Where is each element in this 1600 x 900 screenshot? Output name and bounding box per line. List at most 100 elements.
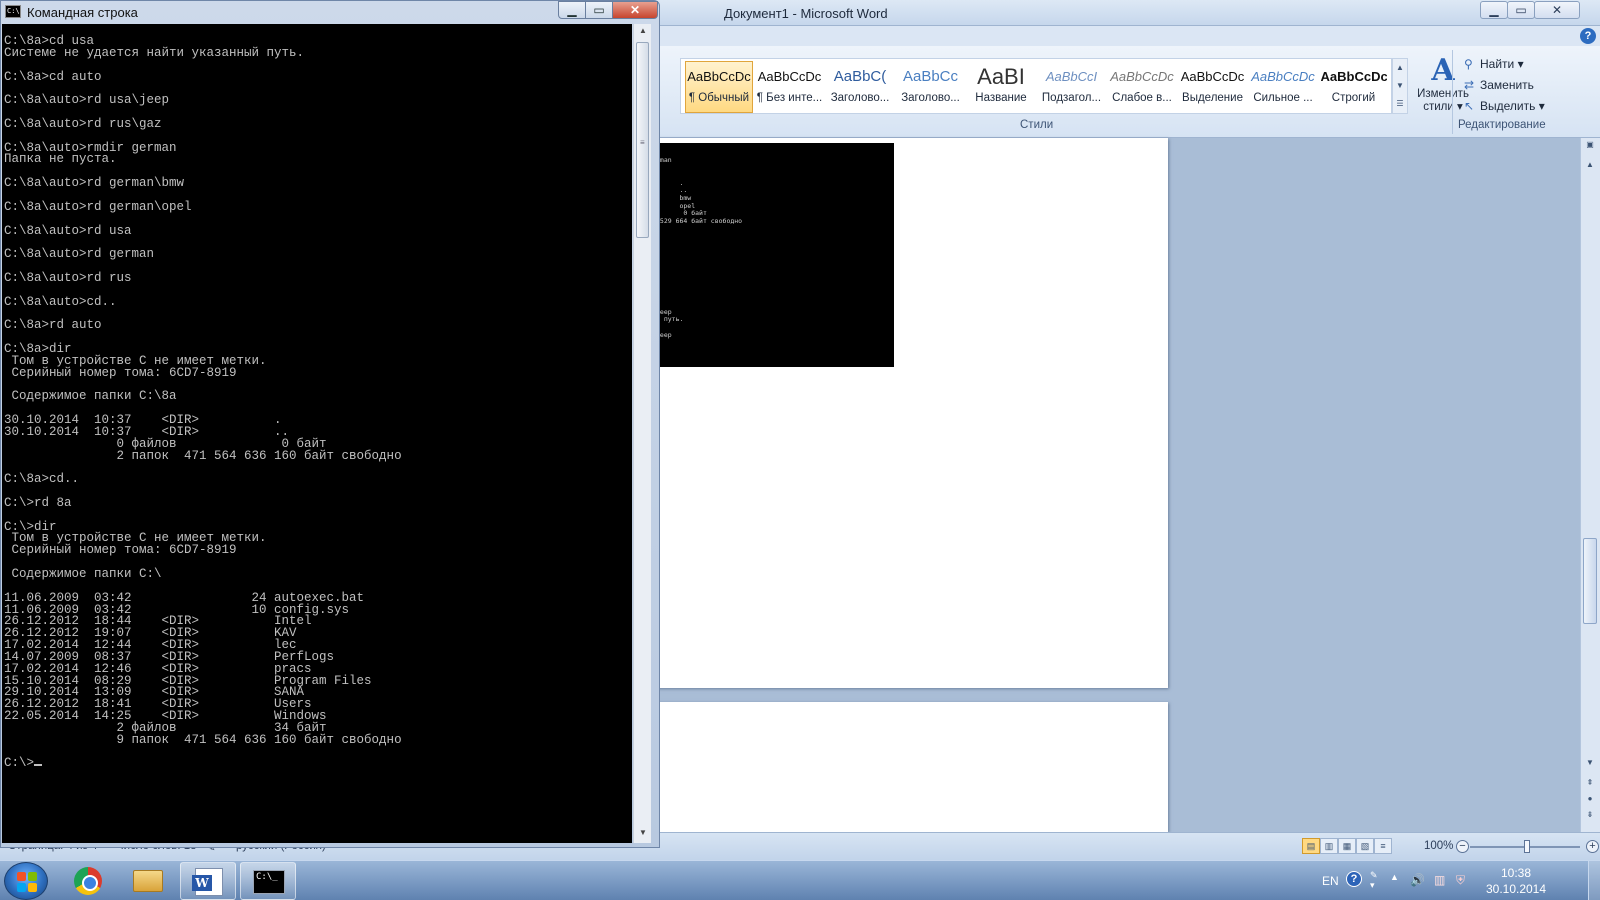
- zoom-slider-thumb[interactable]: [1524, 840, 1530, 853]
- style-item[interactable]: AaBbCcDc ¶ Обычный: [685, 61, 753, 113]
- tray-help-icon[interactable]: ?: [1346, 871, 1362, 887]
- style-item[interactable]: AaBbCcDc Сильное ...: [1249, 61, 1317, 113]
- cmd-maximize-button[interactable]: ▭: [585, 1, 613, 19]
- tray-pen-icon[interactable]: ✎ ▾: [1370, 870, 1378, 890]
- ribbon: AaBbCcDc ¶ Обычный AaBbCcDc ¶ Без инте... Aa…: [660, 46, 1600, 138]
- console-line: Серийный номер тома: 6CD7-8919: [4, 543, 237, 558]
- document-area[interactable]: rman . .. bmw opel 0 байт 529 664 байт с…: [656, 138, 1580, 832]
- gallery-more-icon[interactable]: ☰: [1393, 95, 1407, 113]
- word-window-title: Документ1 - Microsoft Word: [724, 6, 888, 21]
- style-name: ¶ Без инте...: [756, 92, 823, 104]
- style-item[interactable]: AaBI Название: [967, 61, 1035, 113]
- word-icon: W: [192, 868, 223, 896]
- taskbar-word[interactable]: W: [180, 862, 236, 900]
- style-preview: AaBbCc: [902, 68, 959, 85]
- style-item[interactable]: AaBbC(Заголово...: [826, 61, 894, 113]
- console-line: C:\8a\auto>cd..: [4, 294, 117, 309]
- style-preview: AaBbCcDc: [1320, 69, 1387, 84]
- word-scroll-thumb[interactable]: [1583, 538, 1597, 624]
- word-close-button[interactable]: ✕: [1534, 1, 1580, 19]
- cmd-close-button[interactable]: ✕: [612, 1, 658, 19]
- gallery-down-arrow-icon[interactable]: ▼: [1393, 77, 1407, 95]
- word-maximize-button[interactable]: ▭: [1507, 1, 1535, 19]
- view-web-button[interactable]: ▦: [1338, 838, 1356, 854]
- antivirus-icon[interactable]: ⛨: [1456, 873, 1465, 888]
- grip-icon: ≡: [640, 138, 645, 147]
- console-line: C:\8a\auto>rd rus: [4, 270, 132, 285]
- browse-object-icon[interactable]: ●: [1584, 794, 1596, 803]
- style-item[interactable]: AaBbCcDc Слабое в...: [1108, 61, 1176, 113]
- clock[interactable]: 10:38 30.10.2014: [1480, 865, 1552, 897]
- replace-button[interactable]: ⇄ Заменить: [1458, 75, 1598, 96]
- document-page-next[interactable]: [656, 702, 1168, 832]
- document-page[interactable]: rman . .. bmw opel 0 байт 529 664 байт с…: [656, 138, 1168, 688]
- cmd-scroll-up-arrow-icon[interactable]: ▲: [637, 26, 649, 35]
- style-item[interactable]: AaBbCcDc Выделение: [1179, 61, 1247, 113]
- binoculars-icon: ⚲: [1464, 57, 1473, 71]
- taskbar-explorer[interactable]: [120, 862, 176, 900]
- style-preview: AaBbCcDc: [1180, 69, 1245, 84]
- show-desktop-button[interactable]: [1588, 861, 1600, 900]
- console-line: C:\8a>rd auto: [4, 318, 102, 333]
- console-line: Серийный номер тома: 6CD7-8919: [4, 365, 237, 380]
- prev-page-icon[interactable]: ⇞: [1584, 778, 1596, 787]
- find-button[interactable]: ⚲ Найти ▾: [1458, 54, 1598, 75]
- taskbar-cmd[interactable]: C:\_: [240, 862, 296, 900]
- style-item[interactable]: AaBbCcI Подзагол...: [1038, 61, 1106, 113]
- word-icon-letter: W: [192, 875, 212, 891]
- network-icon[interactable]: ▥: [1434, 873, 1445, 887]
- style-preview: AaBbCcI: [1045, 69, 1098, 84]
- help-icon[interactable]: ?: [1580, 28, 1596, 44]
- style-name: Сильное ...: [1253, 92, 1313, 104]
- ruler-toggle-icon[interactable]: ▣: [1584, 140, 1596, 149]
- zoom-in-button[interactable]: +: [1586, 840, 1599, 853]
- style-name: Слабое в...: [1112, 92, 1172, 104]
- cmd-app-icon[interactable]: C:\: [5, 5, 21, 18]
- screenshot-line: [656, 233, 742, 241]
- style-item[interactable]: AaBbCcDc Строгий: [1320, 61, 1388, 113]
- console-text: C:\8a>cd usa Системе не удается найти ука…: [4, 35, 402, 770]
- zoom-out-button[interactable]: −: [1456, 840, 1469, 853]
- style-name: ¶ Обычный: [688, 92, 750, 104]
- view-outline-button[interactable]: ▧: [1356, 838, 1374, 854]
- chrome-icon: [74, 867, 102, 895]
- style-item[interactable]: AaBbCc Заголово...: [897, 61, 965, 113]
- cmd-scroll-thumb[interactable]: ≡: [636, 42, 649, 238]
- screenshot-line: [656, 256, 742, 264]
- cmd-minimize-button[interactable]: ▁: [558, 1, 586, 19]
- screenshot-line: [656, 241, 742, 249]
- zoom-level[interactable]: 100%: [1424, 840, 1453, 852]
- ribbon-group-separator: [1452, 50, 1453, 134]
- replace-label: Заменить: [1480, 78, 1534, 92]
- pasted-console-screenshot[interactable]: rman . .. bmw opel 0 байт 529 664 байт с…: [656, 143, 894, 367]
- next-page-icon[interactable]: ⇟: [1584, 810, 1596, 819]
- style-preview: AaBbCcDc: [1251, 69, 1315, 84]
- console-line: Содержимое папки C:\: [4, 566, 162, 581]
- scroll-up-arrow-icon[interactable]: ▲: [1584, 160, 1596, 169]
- view-draft-button[interactable]: ≡: [1374, 838, 1392, 854]
- style-name: Заголово...: [901, 92, 960, 104]
- tray-expand-icon[interactable]: ▲: [1390, 872, 1399, 882]
- gallery-up-arrow-icon[interactable]: ▲: [1393, 59, 1407, 77]
- word-vertical-scrollbar[interactable]: ▣ ▲ ▼ ⇞ ● ⇟: [1580, 138, 1600, 832]
- ribbon-group-styles-label: Стили: [1020, 119, 1054, 131]
- view-full-screen-button[interactable]: ▥: [1320, 838, 1338, 854]
- console-output[interactable]: C:\8a>cd usa Системе не удается найти ука…: [2, 24, 632, 843]
- cmd-titlebar[interactable]: C:\ Командная строка ▁ ▭ ✕: [1, 1, 659, 23]
- cmd-vertical-scrollbar[interactable]: ▲ ≡ ▼: [633, 24, 651, 843]
- style-name: Строгий: [1331, 92, 1376, 104]
- volume-icon[interactable]: 🔊: [1410, 873, 1425, 887]
- style-item[interactable]: AaBbCcDc ¶ Без инте...: [756, 61, 824, 113]
- styles-gallery-scroll[interactable]: ▲ ▼ ☰: [1392, 58, 1408, 114]
- word-minimize-button[interactable]: ▁: [1480, 1, 1508, 19]
- select-button[interactable]: ↖ Выделить ▾: [1458, 96, 1598, 117]
- cmd-scroll-down-arrow-icon[interactable]: ▼: [637, 828, 649, 837]
- style-name: Заголово...: [830, 92, 890, 104]
- language-indicator[interactable]: EN: [1322, 874, 1339, 888]
- taskbar-chrome[interactable]: [60, 862, 116, 900]
- start-button[interactable]: [4, 862, 48, 900]
- scroll-down-arrow-icon[interactable]: ▼: [1584, 758, 1596, 767]
- view-print-layout-button[interactable]: ▤: [1302, 838, 1320, 854]
